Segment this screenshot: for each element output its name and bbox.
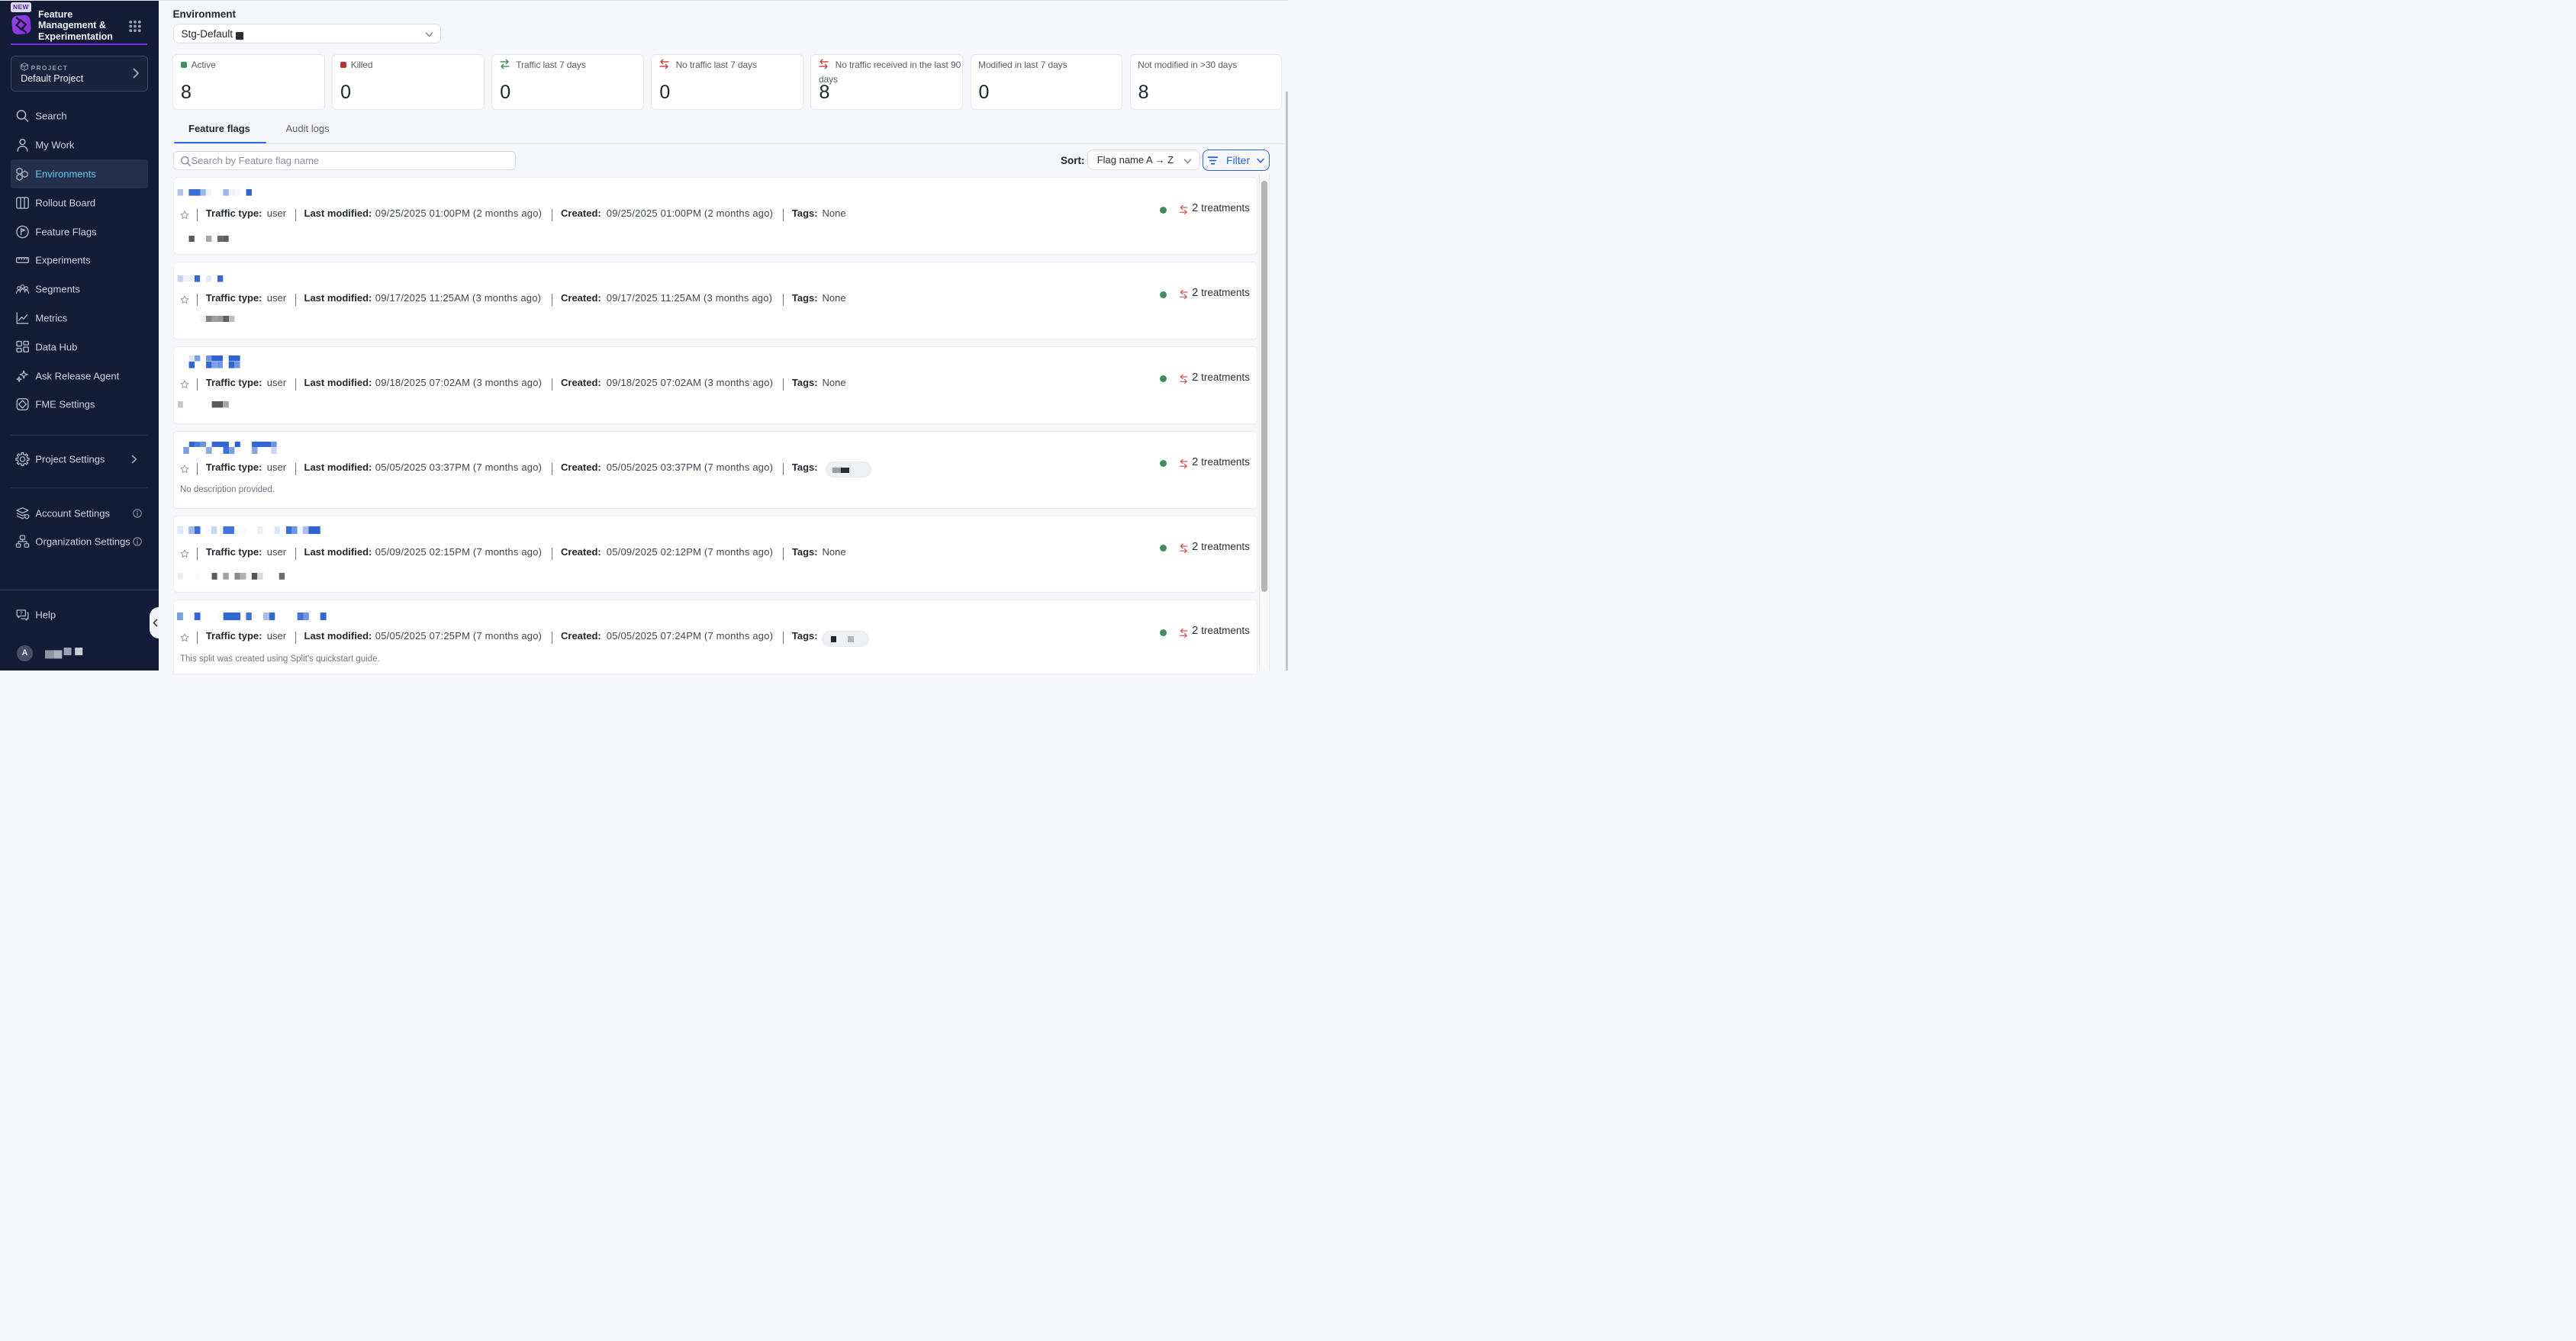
svg-text:?: ? [20, 611, 23, 616]
